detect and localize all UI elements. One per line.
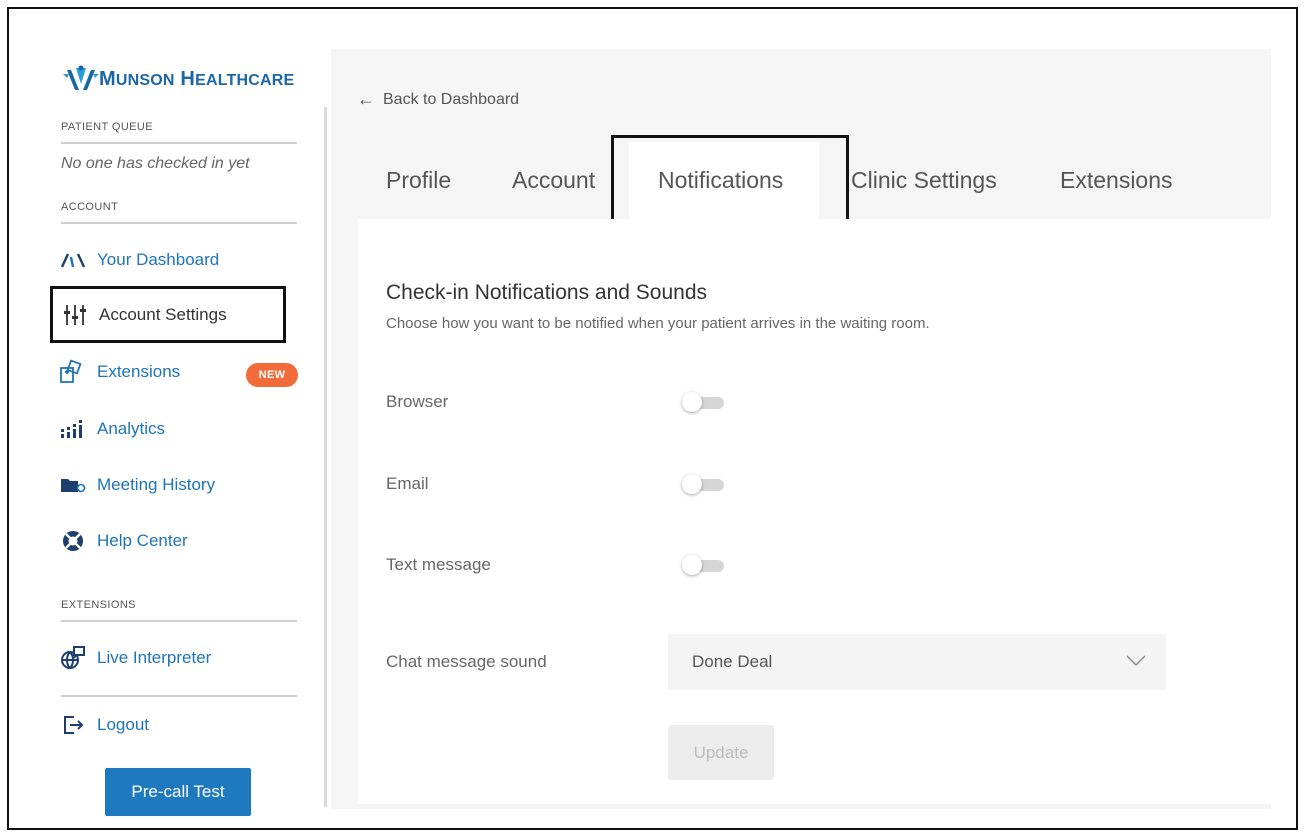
logout-label: Logout [97, 715, 149, 734]
toggle-knob [682, 392, 702, 412]
sidebar-divider [324, 107, 327, 807]
gauge-icon [59, 246, 87, 274]
sidebar-item-label: Account Settings [99, 304, 227, 324]
sidebar-item-help-center[interactable]: Help Center [51, 518, 291, 564]
email-toggle[interactable] [682, 474, 726, 494]
tab-profile[interactable]: Profile [386, 167, 451, 194]
brand-initial-2: H [180, 67, 196, 90]
tab-extensions[interactable]: Extensions [1060, 167, 1173, 194]
precall-test-button[interactable]: Pre-call Test [105, 768, 251, 816]
brand-name: MUNSON HEALTHCARE [99, 68, 294, 91]
sidebar-item-analytics[interactable]: Analytics [51, 406, 291, 452]
extensions-section-label: EXTENSIONS [61, 599, 136, 611]
arrow-left-icon: ← [357, 89, 375, 109]
brand-rest-1: UNSON [115, 71, 175, 89]
patient-queue-label: PATIENT QUEUE [61, 121, 153, 133]
back-to-dashboard-link[interactable]: ← Back to Dashboard [357, 89, 519, 110]
section-divider [61, 695, 297, 697]
new-badge: NEW [246, 363, 298, 387]
sidebar-item-account-settings[interactable]: Account Settings [50, 286, 286, 343]
sidebar-item-label: Live Interpreter [97, 648, 212, 667]
update-button[interactable]: Update [668, 725, 774, 780]
brand-logo[interactable]: MUNSON HEALTHCARE [61, 61, 294, 97]
text-message-toggle[interactable] [682, 555, 726, 575]
sidebar-item-label: Your Dashboard [97, 250, 220, 269]
brand-initial-1: M [99, 67, 116, 90]
section-divider [61, 620, 297, 622]
browser-toggle[interactable] [682, 392, 726, 412]
sidebar-item-meeting-history[interactable]: Meeting History [51, 462, 291, 508]
chat-sound-label: Chat message sound [386, 652, 547, 671]
account-section-label: ACCOUNT [61, 201, 119, 213]
logout-icon [59, 711, 87, 739]
folder-icon [59, 471, 87, 499]
puzzle-icon [59, 358, 87, 386]
notifications-panel [358, 219, 1271, 804]
sidebar-item-label: Meeting History [97, 475, 216, 494]
sidebar-item-live-interpreter[interactable]: Live Interpreter [51, 635, 291, 681]
tab-clinic-settings[interactable]: Clinic Settings [851, 167, 997, 194]
text-message-label: Text message [386, 555, 491, 574]
chat-sound-select[interactable]: Done Deal [668, 634, 1166, 690]
sidebar-item-label: Extensions [97, 362, 181, 381]
munson-logo-icon [63, 65, 99, 90]
sidebar: MUNSON HEALTHCARE PATIENT QUEUE No one h… [9, 9, 327, 828]
sliders-icon [61, 301, 89, 329]
section-title: Check-in Notifications and Sounds [386, 281, 708, 304]
chat-sound-value: Done Deal [692, 652, 773, 671]
tab-account[interactable]: Account [512, 167, 595, 194]
toggle-knob [682, 474, 702, 494]
section-subtitle: Choose how you want to be notified when … [386, 315, 930, 332]
browser-label: Browser [386, 392, 449, 411]
section-divider [61, 222, 297, 224]
sidebar-item-dashboard[interactable]: Your Dashboard [51, 237, 291, 283]
sidebar-item-label: Help Center [97, 531, 188, 550]
bar-chart-icon [59, 415, 87, 443]
chevron-down-icon [1126, 652, 1146, 672]
toggle-knob [682, 555, 702, 575]
lifebuoy-icon [59, 527, 87, 555]
section-divider [61, 142, 297, 144]
sidebar-item-label: Analytics [97, 419, 166, 438]
globe-icon [59, 644, 87, 672]
email-label: Email [386, 474, 429, 493]
patient-queue-empty: No one has checked in yet [61, 155, 250, 172]
brand-rest-2: EALTHCARE [195, 71, 295, 89]
logout-button[interactable]: Logout [51, 702, 291, 748]
back-link-label: Back to Dashboard [383, 90, 520, 108]
app-window: MUNSON HEALTHCARE PATIENT QUEUE No one h… [7, 7, 1298, 830]
